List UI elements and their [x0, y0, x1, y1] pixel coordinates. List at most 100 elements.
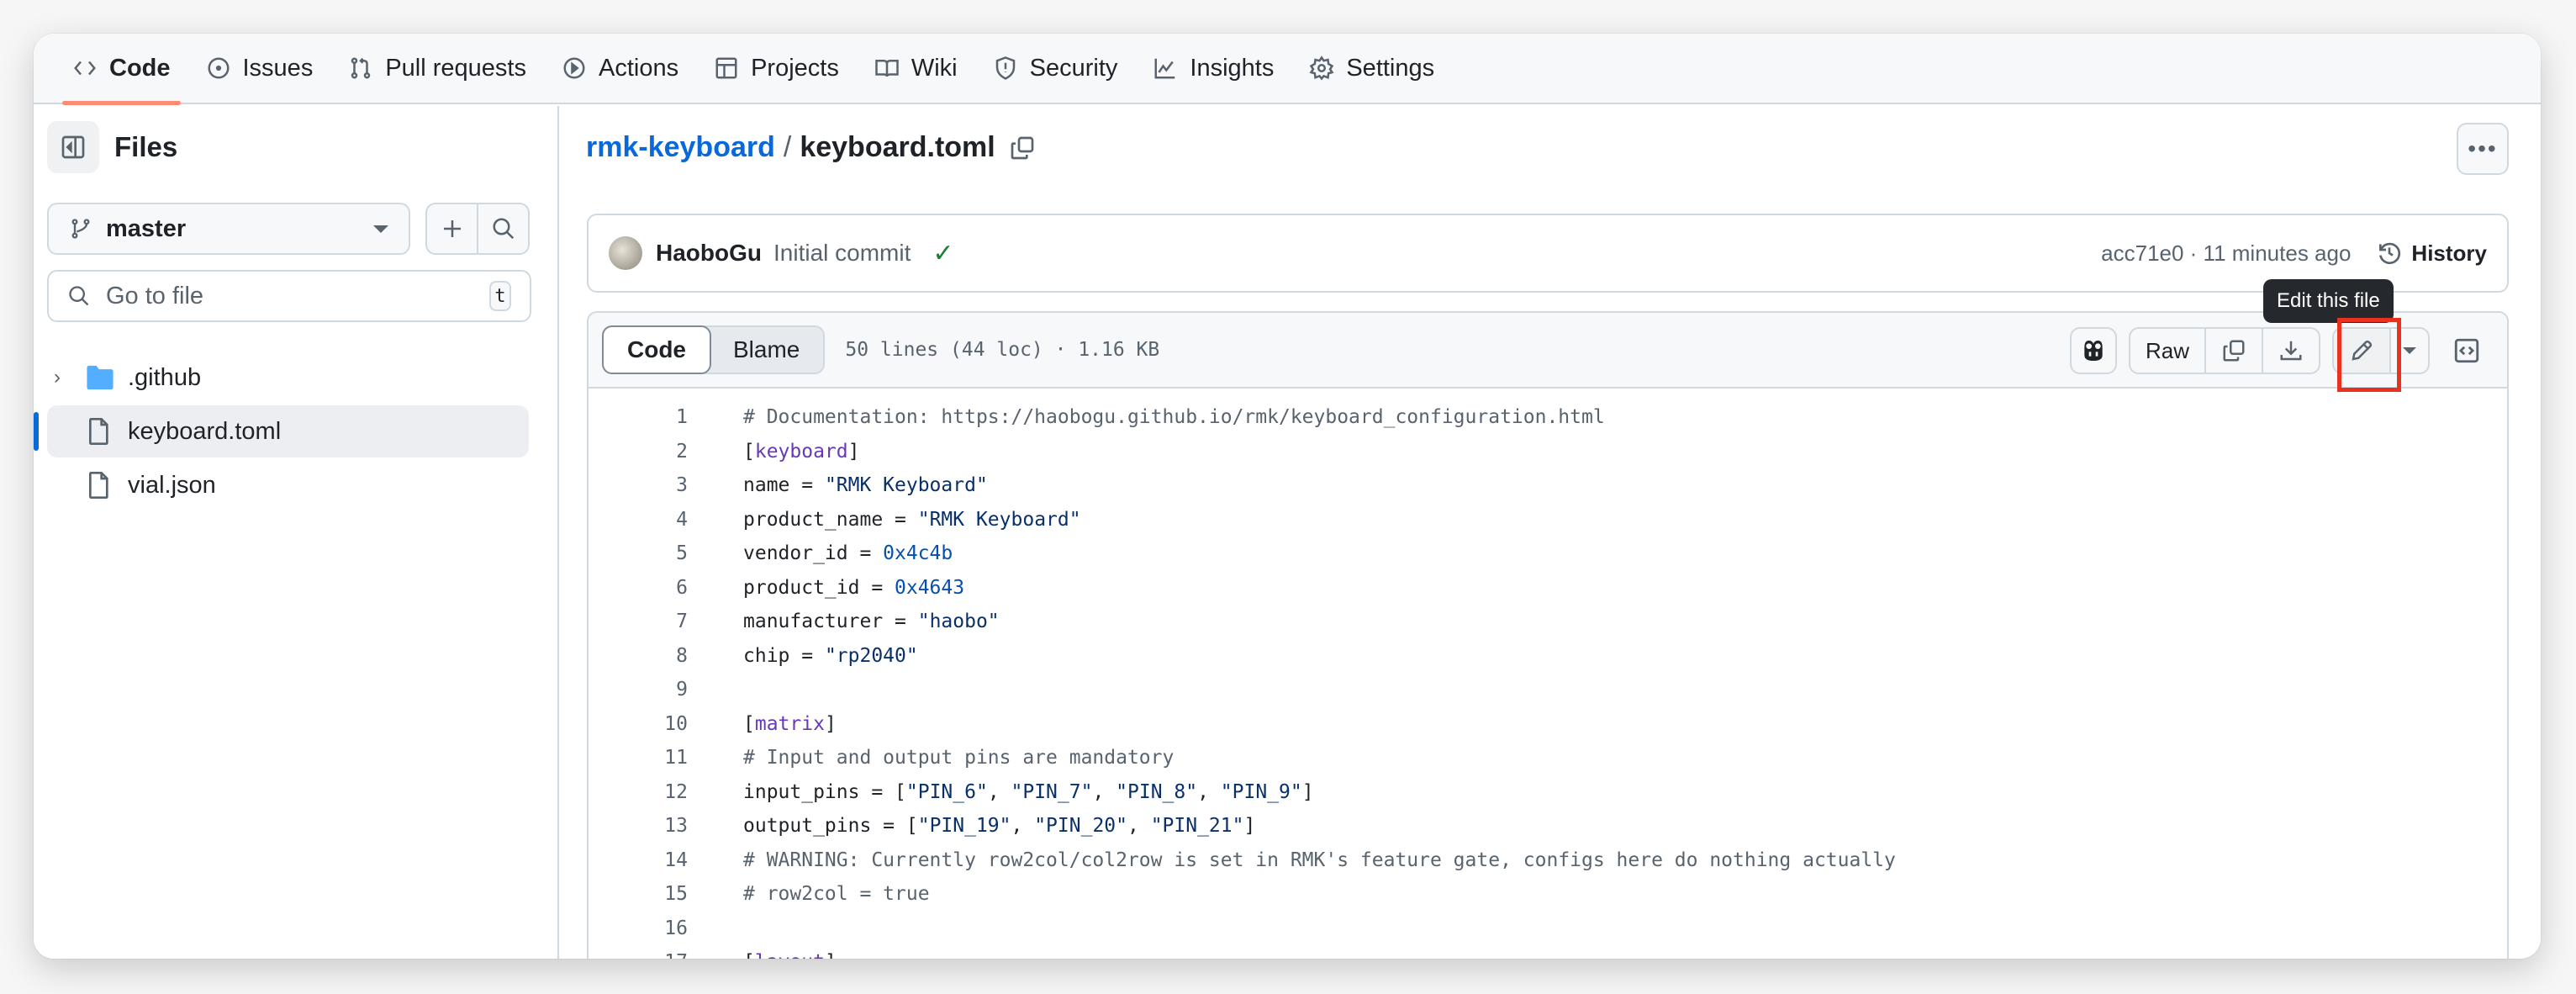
commit-message[interactable]: Initial commit — [773, 240, 911, 267]
line-number[interactable]: 9 — [589, 679, 688, 701]
tab-actions[interactable]: Actions — [548, 34, 692, 103]
file-icon — [89, 472, 108, 499]
file-icon — [89, 418, 108, 445]
code-token: product_name = — [743, 508, 918, 531]
copilot-icon — [2084, 341, 2103, 361]
collapse-sidebar-button[interactable] — [47, 121, 99, 173]
code-token: "PIN_20" — [1034, 815, 1127, 838]
code-token: , — [1011, 815, 1035, 838]
line-number[interactable]: 15 — [589, 883, 688, 905]
line-number[interactable]: 12 — [589, 781, 688, 803]
code-view-tab[interactable]: Code — [602, 325, 711, 374]
line-content: # Documentation: https://haobogu.github.… — [743, 406, 1605, 428]
code-line: 14 # WARNING: Currently row2col/col2row i… — [589, 843, 2507, 878]
line-number[interactable]: 10 — [589, 713, 688, 735]
code-line: 6 product_id = 0x4643 — [589, 571, 2507, 605]
code-token: # Input and output pins are mandatory — [743, 747, 1175, 769]
edit-options-dropdown[interactable] — [2389, 329, 2428, 373]
code-token: ] — [1301, 780, 1314, 803]
tab-projects[interactable]: Projects — [700, 34, 853, 103]
code-token: 0x4643 — [895, 576, 965, 599]
check-icon[interactable]: ✓ — [932, 239, 953, 268]
branch-selector[interactable]: master — [47, 203, 410, 255]
tab-insights[interactable]: Insights — [1139, 34, 1287, 103]
code-line: 16 — [589, 912, 2507, 946]
tree-item-file-selected[interactable]: keyboard.toml — [34, 405, 529, 457]
breadcrumb-file: keyboard.toml — [800, 131, 995, 163]
history-button[interactable]: History — [2376, 240, 2487, 267]
line-number[interactable]: 7 — [589, 611, 688, 632]
line-number[interactable]: 17 — [589, 951, 688, 959]
tree-item-label: keyboard.toml — [128, 417, 282, 445]
code-line: 17 [layout] — [589, 945, 2507, 959]
line-number[interactable]: 2 — [589, 441, 688, 463]
tree-item-label: vial.json — [128, 471, 216, 499]
raw-copy-download-group: Raw — [2128, 327, 2320, 374]
copy-raw-button[interactable] — [2204, 329, 2262, 373]
commit-author[interactable]: HaoboGu — [656, 240, 762, 267]
tab-label: Code — [109, 54, 171, 82]
tab-label: Issues — [242, 54, 314, 82]
breadcrumb-repo-link[interactable]: rmk-keyboard — [586, 131, 775, 164]
code-square-icon — [2454, 338, 2479, 363]
more-options-button[interactable]: ••• — [2457, 123, 2509, 175]
blame-view-tab[interactable]: Blame — [710, 327, 823, 373]
avatar[interactable] — [609, 236, 642, 270]
line-number[interactable]: 14 — [589, 849, 688, 871]
copy-icon — [2223, 340, 2245, 362]
line-number[interactable]: 6 — [589, 577, 688, 599]
caret-down-icon — [2403, 347, 2416, 354]
tree-item-folder[interactable]: › .github — [47, 352, 529, 404]
line-content: output_pins = ["PIN_19", "PIN_20", "PIN_… — [743, 815, 1255, 837]
code-token: "PIN_6" — [905, 780, 988, 803]
tab-settings[interactable]: Settings — [1296, 34, 1448, 103]
line-number[interactable]: 8 — [589, 645, 688, 667]
line-number[interactable]: 11 — [589, 747, 688, 769]
tree-item-label: .github — [128, 363, 202, 391]
file-tree-sidebar: Files master Go to file t › .github keyb… — [34, 106, 559, 959]
line-number[interactable]: 3 — [589, 474, 688, 496]
raw-button[interactable]: Raw — [2130, 329, 2204, 373]
commit-meta[interactable]: acc71e0 · 11 minutes ago — [2101, 241, 2351, 267]
tree-item-file[interactable]: vial.json — [47, 459, 529, 511]
code-token: "RMK Keyboard" — [917, 508, 1081, 531]
go-to-file-input[interactable]: Go to file t — [47, 270, 531, 322]
code-token: "haobo" — [917, 611, 1000, 633]
code-token: vendor_id = — [743, 542, 884, 565]
issue-icon — [208, 57, 229, 79]
search-code-button[interactable] — [477, 204, 528, 253]
code-token: ] — [825, 951, 837, 959]
sidebar-actions — [425, 203, 530, 255]
copy-path-icon[interactable] — [1009, 135, 1036, 161]
tab-wiki[interactable]: Wiki — [861, 34, 971, 103]
edit-file-button[interactable] — [2334, 329, 2389, 373]
download-button[interactable] — [2262, 329, 2319, 373]
code-token: "rp2040" — [824, 644, 918, 667]
tab-issues[interactable]: Issues — [193, 34, 327, 103]
add-file-button[interactable] — [427, 204, 477, 253]
line-number[interactable]: 1 — [589, 406, 688, 428]
tab-label: Security — [1029, 54, 1118, 82]
tab-pull-requests[interactable]: Pull requests — [335, 34, 540, 103]
line-number[interactable]: 5 — [589, 542, 688, 564]
code-token: # WARNING: Currently row2col/col2row is … — [743, 849, 1896, 871]
copilot-button[interactable] — [2069, 327, 2117, 374]
line-number[interactable]: 16 — [589, 917, 688, 939]
code-token: keyboard — [754, 440, 848, 463]
code-viewer: Code Blame 50 lines (44 loc) · 1.16 KB R… — [587, 311, 2509, 959]
line-number[interactable]: 13 — [589, 815, 688, 837]
history-icon — [2379, 242, 2401, 265]
code-line: 1 # Documentation: https://haobogu.github… — [589, 400, 2507, 435]
graph-icon — [1154, 58, 1175, 79]
line-content: vendor_id = 0x4c4b — [743, 542, 953, 564]
symbols-panel-button[interactable] — [2441, 336, 2492, 365]
view-mode-toggle: Code Blame — [602, 325, 826, 374]
history-label: History — [2411, 240, 2487, 266]
code-token: chip = — [743, 644, 825, 667]
search-icon — [69, 286, 89, 306]
tab-security[interactable]: Security — [979, 34, 1132, 103]
file-header: Code Blame 50 lines (44 loc) · 1.16 KB R… — [589, 313, 2507, 389]
tab-code[interactable]: Code — [59, 34, 184, 105]
line-number[interactable]: 4 — [589, 509, 688, 531]
code-token: "PIN_9" — [1220, 780, 1302, 803]
